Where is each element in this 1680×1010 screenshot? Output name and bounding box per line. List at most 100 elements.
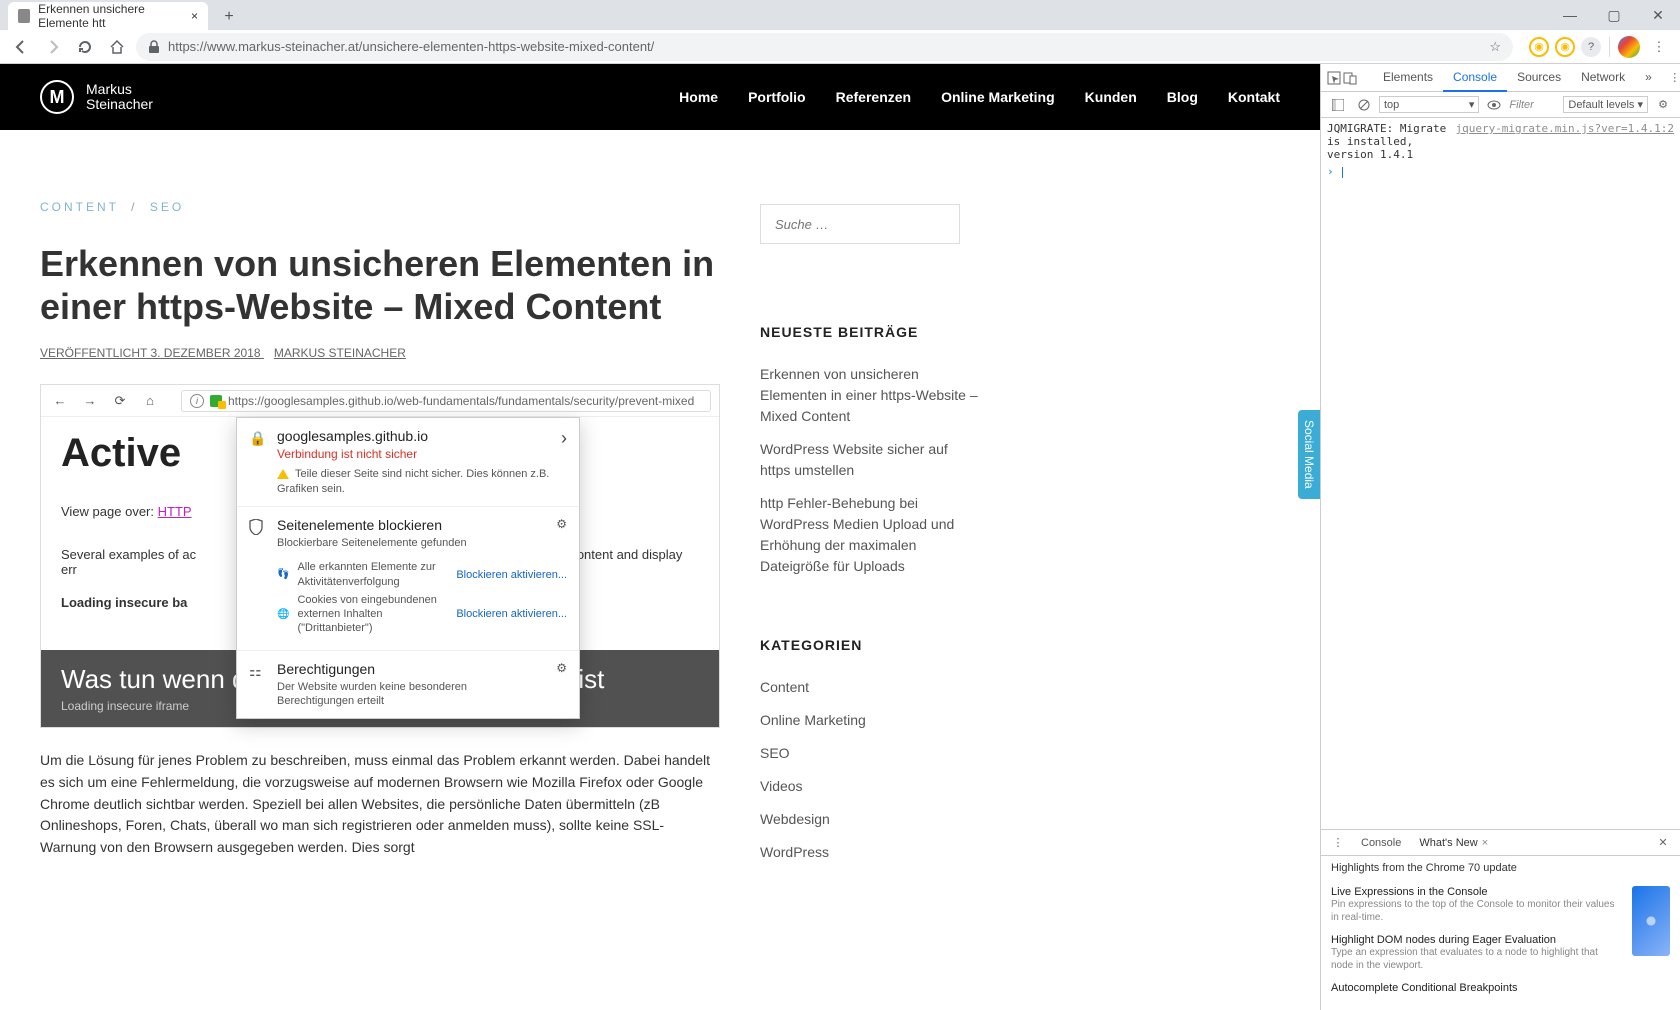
- embed-forward-icon: →: [79, 390, 101, 412]
- brand-line1: Markus: [86, 82, 153, 97]
- recent-post-link[interactable]: WordPress Website sicher auf https umste…: [760, 439, 980, 481]
- search-input[interactable]: [775, 217, 945, 232]
- drawer-menu-icon[interactable]: ⋮: [1327, 832, 1349, 854]
- crumb-content[interactable]: CONTENT: [40, 200, 119, 214]
- address-bar[interactable]: https://www.markus-steinacher.at/unsiche…: [136, 33, 1513, 61]
- embed-back-icon: ←: [49, 390, 71, 412]
- article-author[interactable]: MARKUS STEINACHER: [274, 346, 406, 360]
- embed-url-text: https://googlesamples.github.io/web-fund…: [228, 394, 694, 408]
- category-link[interactable]: Online Marketing: [760, 710, 980, 731]
- drawer-tab-console[interactable]: Console: [1355, 833, 1407, 853]
- extension-icon-3[interactable]: ?: [1581, 37, 1601, 57]
- forward-button[interactable]: [40, 34, 66, 60]
- minimize-button[interactable]: —: [1548, 0, 1592, 30]
- url-text: https://www.markus-steinacher.at/unsiche…: [168, 39, 1481, 54]
- reload-button[interactable]: [72, 34, 98, 60]
- article-date[interactable]: 3. DEZEMBER 2018: [150, 346, 260, 360]
- devtools-tab-elements[interactable]: Elements: [1373, 64, 1443, 92]
- favicon-icon: [18, 9, 30, 23]
- bookmark-icon[interactable]: ☆: [1489, 39, 1501, 55]
- embed-reload-icon: ⟳: [109, 390, 131, 412]
- extension-icon-2[interactable]: ◉: [1555, 37, 1575, 57]
- nav-online-marketing[interactable]: Online Marketing: [941, 89, 1055, 105]
- devtools-panel: Elements Console Sources Network » ⋮ ✕: [1320, 64, 1680, 1010]
- profile-avatar[interactable]: [1618, 36, 1640, 58]
- site-nav: Home Portfolio Referenzen Online Marketi…: [679, 89, 1280, 105]
- category-link[interactable]: WordPress: [760, 842, 980, 863]
- category-link[interactable]: Content: [760, 677, 980, 698]
- menu-button[interactable]: ⋮: [1646, 34, 1672, 60]
- nav-home[interactable]: Home: [679, 89, 718, 105]
- nav-referenzen[interactable]: Referenzen: [836, 89, 911, 105]
- embed-home-icon: ⌂: [139, 390, 161, 412]
- page-viewport[interactable]: M Markus Steinacher Home Portfolio Refer…: [0, 64, 1320, 1010]
- nav-portfolio[interactable]: Portfolio: [748, 89, 806, 105]
- console-sidebar-icon[interactable]: [1327, 94, 1349, 116]
- search-box[interactable]: [760, 204, 960, 244]
- devtools-tabs-overflow[interactable]: »: [1635, 64, 1662, 92]
- close-button[interactable]: ✕: [1636, 0, 1680, 30]
- console-message: JQMIGRATE: Migrate is installed, version…: [1327, 122, 1447, 161]
- social-media-tab[interactable]: Social Media: [1298, 410, 1320, 499]
- permissions-icon: ⚏: [249, 663, 267, 680]
- sidebar-heading-categories: KATEGORIEN: [760, 637, 980, 653]
- whatsnew-item-title[interactable]: Highlight DOM nodes during Eager Evaluat…: [1331, 934, 1622, 946]
- browser-tab-strip: Erkennen unsichere Elemente htt × + — ▢ …: [0, 0, 1680, 30]
- extension-icon-1[interactable]: ◉: [1529, 37, 1549, 57]
- devtools-tab-sources[interactable]: Sources: [1507, 64, 1571, 92]
- recent-post-link[interactable]: Erkennen von unsicheren Elementen in ein…: [760, 364, 980, 427]
- popup-host: googlesamples.github.io: [277, 428, 551, 444]
- nav-blog[interactable]: Blog: [1167, 89, 1198, 105]
- drawer-close-icon[interactable]: ✕: [1652, 832, 1674, 854]
- console-prompt[interactable]: ›: [1327, 165, 1674, 178]
- live-expression-icon[interactable]: [1483, 94, 1505, 116]
- embed-http-link: HTTP: [158, 504, 192, 519]
- devtools-tab-console[interactable]: Console: [1443, 64, 1507, 92]
- shield-icon: [249, 519, 267, 535]
- category-link[interactable]: Webdesign: [760, 809, 980, 830]
- gear-icon: ⚙: [556, 661, 567, 675]
- console-settings-icon[interactable]: ⚙: [1652, 94, 1674, 116]
- category-link[interactable]: SEO: [760, 743, 980, 764]
- inspect-icon[interactable]: [1327, 67, 1341, 89]
- activate-link-1: Blockieren aktivieren...: [456, 569, 567, 581]
- lock-icon: 🔒: [249, 430, 267, 447]
- drawer-tab-whatsnew[interactable]: What's New×: [1413, 833, 1494, 853]
- console-message-source[interactable]: jquery-migrate.min.js?ver=1.4.1:2: [1455, 122, 1674, 161]
- embed-url-bar: i https://googlesamples.github.io/web-fu…: [181, 390, 711, 412]
- category-link[interactable]: Videos: [760, 776, 980, 797]
- tab-close-icon[interactable]: ×: [191, 9, 198, 23]
- back-button[interactable]: [8, 34, 34, 60]
- new-tab-button[interactable]: +: [216, 4, 242, 30]
- article-meta: VERÖFFENTLICHT 3. DEZEMBER 2018 MARKUS S…: [40, 346, 720, 360]
- devtools-menu-icon[interactable]: ⋮: [1664, 67, 1680, 89]
- cookie-icon: 🌐: [277, 609, 289, 620]
- page-title: Erkennen von unsicheren Elementen in ein…: [40, 242, 720, 328]
- recent-post-link[interactable]: http Fehler-Behebung bei WordPress Medie…: [760, 493, 980, 577]
- tracker-icon: 👣: [277, 569, 289, 580]
- whatsnew-item-title[interactable]: Live Expressions in the Console: [1331, 886, 1622, 898]
- nav-kunden[interactable]: Kunden: [1085, 89, 1137, 105]
- console-filter[interactable]: Filter: [1509, 99, 1559, 111]
- home-button[interactable]: [104, 34, 130, 60]
- crumb-seo[interactable]: SEO: [150, 200, 184, 214]
- activate-link-2: Blockieren aktivieren...: [456, 608, 567, 620]
- devtools-tab-network[interactable]: Network: [1571, 64, 1635, 92]
- article: CONTENT / SEO Erkennen von unsicheren El…: [40, 200, 720, 923]
- popup-insecure-text: Verbindung ist nicht sicher: [277, 447, 551, 461]
- maximize-button[interactable]: ▢: [1592, 0, 1636, 30]
- nav-kontakt[interactable]: Kontakt: [1228, 89, 1280, 105]
- sidebar: NEUESTE BEITRÄGE Erkennen von unsicheren…: [760, 200, 980, 923]
- browser-tab[interactable]: Erkennen unsichere Elemente htt ×: [8, 2, 208, 30]
- console-output[interactable]: JQMIGRATE: Migrate is installed, version…: [1321, 118, 1680, 829]
- log-levels-dropdown[interactable]: Default levels ▾: [1563, 96, 1648, 113]
- clear-console-icon[interactable]: [1353, 94, 1375, 116]
- context-dropdown[interactable]: top ▾: [1379, 96, 1479, 113]
- embedded-screenshot: ← → ⟳ ⌂ i https://googlesamples.github.i…: [40, 384, 720, 728]
- close-icon[interactable]: ×: [1482, 837, 1488, 849]
- browser-toolbar: https://www.markus-steinacher.at/unsiche…: [0, 30, 1680, 64]
- whatsnew-item-title[interactable]: Autocomplete Conditional Breakpoints: [1331, 982, 1622, 994]
- chevron-right-icon: ›: [561, 428, 567, 449]
- device-toggle-icon[interactable]: [1343, 67, 1357, 89]
- site-logo[interactable]: M Markus Steinacher: [40, 80, 153, 114]
